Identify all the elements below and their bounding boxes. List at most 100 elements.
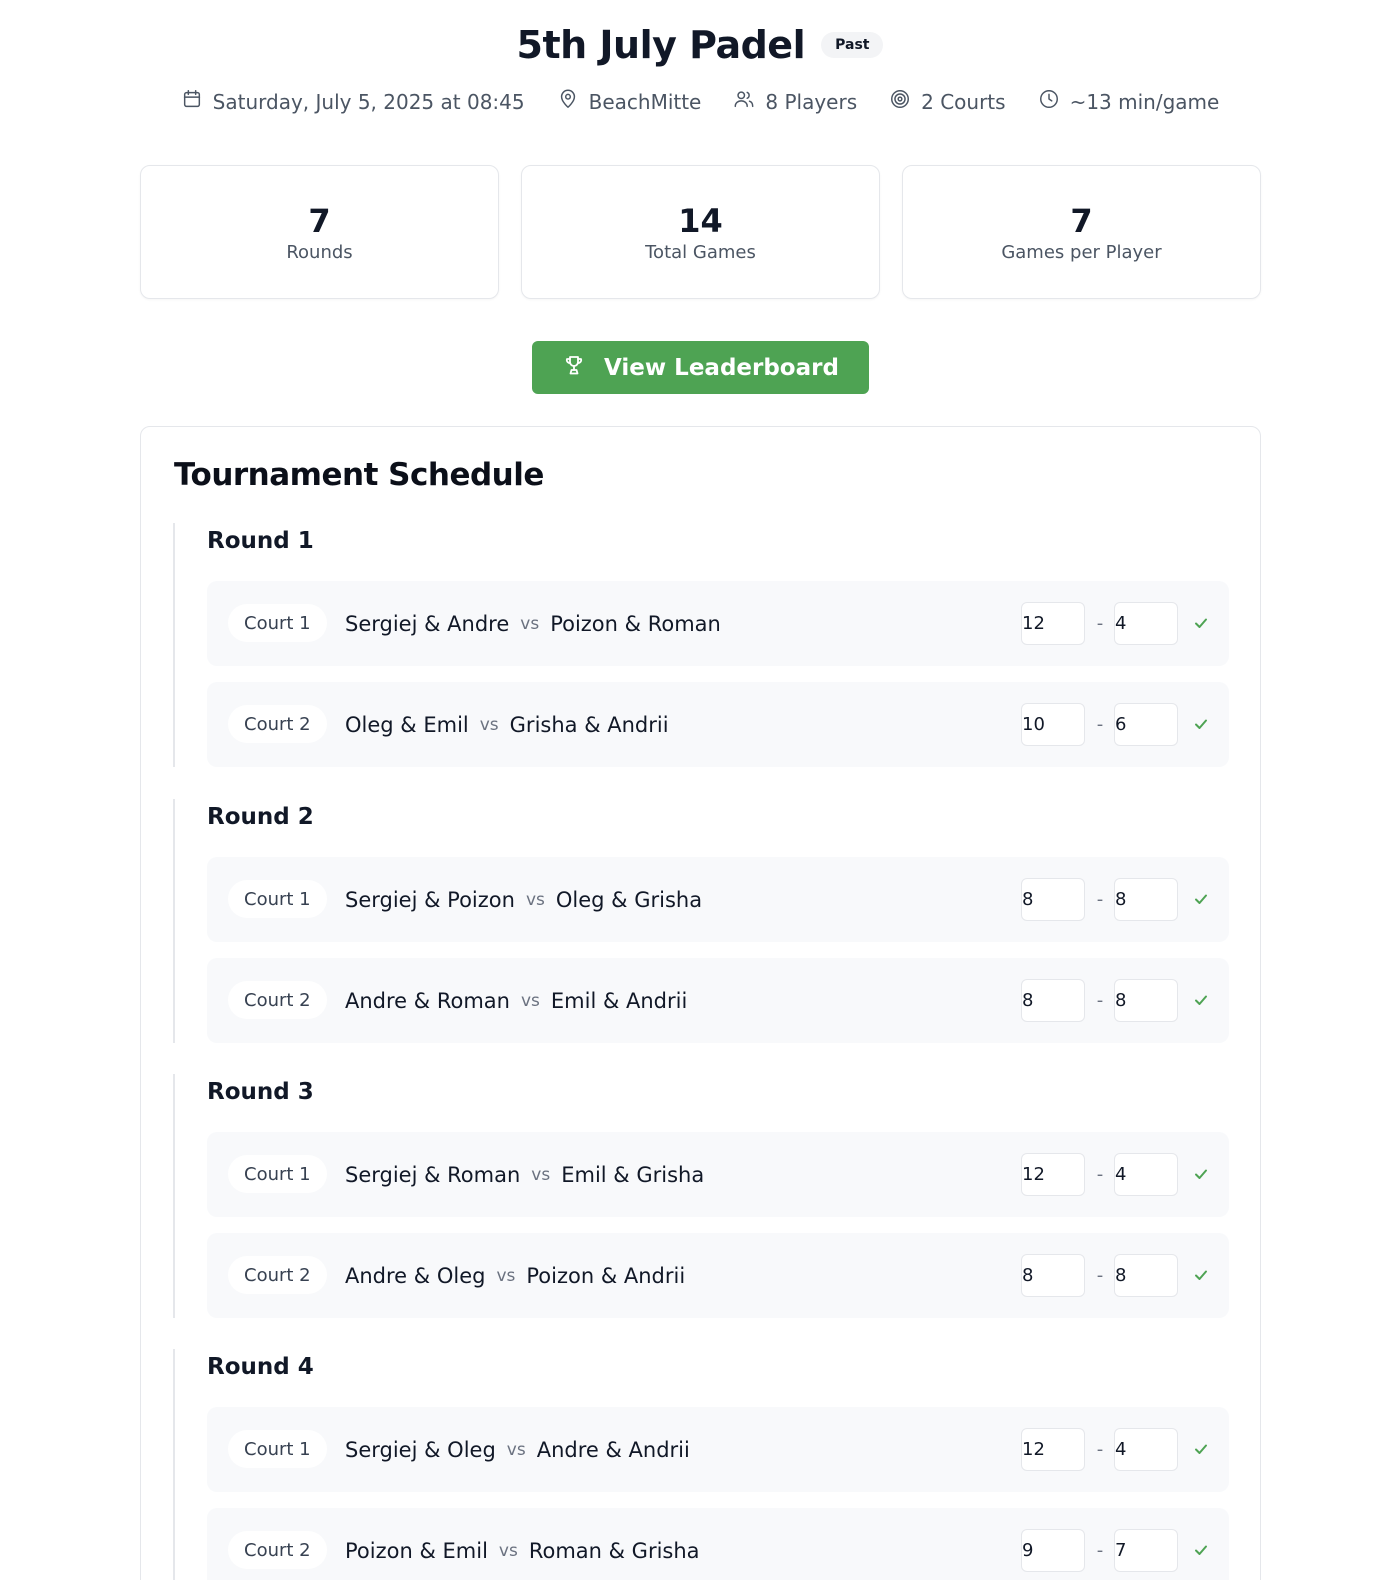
round-title: Round 4 bbox=[207, 1354, 314, 1380]
score-input-team-b[interactable] bbox=[1114, 602, 1178, 645]
match-row[interactable]: Court 2 Andre & Oleg vs Poizon & Andrii … bbox=[207, 1233, 1229, 1318]
stat-value: 7 bbox=[308, 201, 331, 240]
match-row[interactable]: Court 1 Sergiej & Poizon vs Oleg & Grish… bbox=[207, 857, 1229, 942]
event-courts: 2 Courts bbox=[889, 88, 1006, 115]
court-badge: Court 1 bbox=[228, 604, 327, 642]
round-1: Round 1 Court 1 Sergiej & Andre vs Poizo… bbox=[173, 523, 1229, 767]
round-2: Round 2 Court 1 Sergiej & Poizon vs Oleg… bbox=[173, 799, 1229, 1043]
score-input-team-b[interactable] bbox=[1114, 1153, 1178, 1196]
score-separator: - bbox=[1096, 1164, 1104, 1185]
court-badge: Court 2 bbox=[228, 981, 327, 1019]
schedule-title: Tournament Schedule bbox=[174, 457, 544, 493]
score-separator: - bbox=[1096, 889, 1104, 910]
round-title: Round 1 bbox=[207, 528, 314, 554]
score-input-team-b[interactable] bbox=[1114, 1428, 1178, 1471]
team-b: Oleg & Grisha bbox=[555, 887, 703, 912]
court-badge: Court 2 bbox=[228, 705, 327, 743]
stat-value: 14 bbox=[678, 201, 723, 240]
score-input-team-a[interactable] bbox=[1021, 878, 1085, 921]
team-a: Sergiej & Oleg bbox=[345, 1437, 496, 1462]
score-input-team-a[interactable] bbox=[1021, 1529, 1085, 1572]
score-input-team-a[interactable] bbox=[1021, 1254, 1085, 1297]
match-row[interactable]: Court 2 Poizon & Emil vs Roman & Grisha … bbox=[207, 1508, 1229, 1580]
event-courts-text: 2 Courts bbox=[921, 89, 1006, 114]
score-input-team-b[interactable] bbox=[1114, 979, 1178, 1022]
check-icon bbox=[1193, 1441, 1209, 1457]
score-separator: - bbox=[1096, 1439, 1104, 1460]
team-a: Andre & Roman bbox=[345, 988, 510, 1013]
vs-label: vs bbox=[525, 889, 545, 910]
match-row[interactable]: Court 2 Andre & Roman vs Emil & Andrii - bbox=[207, 958, 1229, 1043]
score-input-team-b[interactable] bbox=[1114, 703, 1178, 746]
check-icon bbox=[1193, 992, 1209, 1008]
event-location-text: BeachMitte bbox=[588, 89, 702, 114]
court-badge: Court 2 bbox=[228, 1256, 327, 1294]
round-title: Round 2 bbox=[207, 804, 314, 830]
check-icon bbox=[1193, 1542, 1209, 1558]
team-b: Poizon & Andrii bbox=[526, 1263, 686, 1288]
court-badge: Court 1 bbox=[228, 1430, 327, 1468]
check-icon bbox=[1193, 716, 1209, 732]
score-input-team-b[interactable] bbox=[1114, 1529, 1178, 1572]
score-separator: - bbox=[1096, 990, 1104, 1011]
match-teams: Andre & Roman vs Emil & Andrii bbox=[345, 958, 687, 1043]
court-badge: Court 1 bbox=[228, 1155, 327, 1193]
tournament-schedule: Tournament Schedule Round 1 Court 1 Serg… bbox=[140, 426, 1261, 1580]
vs-label: vs bbox=[496, 1265, 516, 1286]
team-b: Poizon & Roman bbox=[550, 611, 721, 636]
score-input-team-a[interactable] bbox=[1021, 703, 1085, 746]
status-badge: Past bbox=[821, 32, 884, 58]
match-teams: Oleg & Emil vs Grisha & Andrii bbox=[345, 682, 669, 767]
match-row[interactable]: Court 2 Oleg & Emil vs Grisha & Andrii - bbox=[207, 682, 1229, 767]
event-date: Saturday, July 5, 2025 at 08:45 bbox=[181, 88, 525, 115]
calendar-icon bbox=[181, 88, 203, 115]
location-pin-icon bbox=[557, 88, 579, 115]
stat-label: Rounds bbox=[286, 241, 353, 263]
stat-value: 7 bbox=[1070, 201, 1093, 240]
score-input-team-a[interactable] bbox=[1021, 979, 1085, 1022]
score-input-team-a[interactable] bbox=[1021, 1153, 1085, 1196]
vs-label: vs bbox=[479, 714, 499, 735]
stats-row: 7 Rounds 14 Total Games 7 Games per Play… bbox=[140, 165, 1261, 299]
event-date-text: Saturday, July 5, 2025 at 08:45 bbox=[212, 89, 525, 114]
vs-label: vs bbox=[498, 1540, 518, 1561]
stat-card-rounds: 7 Rounds bbox=[140, 165, 499, 299]
score-separator: - bbox=[1096, 613, 1104, 634]
match-row[interactable]: Court 1 Sergiej & Oleg vs Andre & Andrii… bbox=[207, 1407, 1229, 1492]
score-input-team-b[interactable] bbox=[1114, 878, 1178, 921]
vs-label: vs bbox=[520, 613, 540, 634]
view-leaderboard-button[interactable]: View Leaderboard bbox=[532, 341, 869, 394]
court-badge: Court 2 bbox=[228, 1531, 327, 1569]
event-location: BeachMitte bbox=[557, 88, 702, 115]
users-icon bbox=[733, 88, 755, 115]
match-row[interactable]: Court 1 Sergiej & Andre vs Poizon & Roma… bbox=[207, 581, 1229, 666]
page-header: 5th July Padel Past bbox=[0, 18, 1400, 72]
round-title: Round 3 bbox=[207, 1079, 314, 1105]
event-players: 8 Players bbox=[733, 88, 857, 115]
event-duration: ~13 min/game bbox=[1038, 88, 1219, 115]
team-a: Andre & Oleg bbox=[345, 1263, 486, 1288]
page-title: 5th July Padel bbox=[516, 23, 806, 67]
score-input-team-a[interactable] bbox=[1021, 602, 1085, 645]
check-icon bbox=[1193, 1166, 1209, 1182]
match-teams: Poizon & Emil vs Roman & Grisha bbox=[345, 1508, 700, 1580]
score-separator: - bbox=[1096, 714, 1104, 735]
stat-label: Total Games bbox=[645, 241, 756, 263]
stat-card-games-per-player: 7 Games per Player bbox=[902, 165, 1261, 299]
court-badge: Court 1 bbox=[228, 880, 327, 918]
check-icon bbox=[1193, 891, 1209, 907]
team-a: Sergiej & Roman bbox=[345, 1162, 521, 1187]
match-row[interactable]: Court 1 Sergiej & Roman vs Emil & Grisha… bbox=[207, 1132, 1229, 1217]
score-input-team-b[interactable] bbox=[1114, 1254, 1178, 1297]
score-input-team-a[interactable] bbox=[1021, 1428, 1085, 1471]
vs-label: vs bbox=[506, 1439, 526, 1460]
match-teams: Sergiej & Andre vs Poizon & Roman bbox=[345, 581, 721, 666]
team-b: Emil & Grisha bbox=[561, 1162, 705, 1187]
team-a: Poizon & Emil bbox=[345, 1538, 488, 1563]
check-icon bbox=[1193, 615, 1209, 631]
vs-label: vs bbox=[520, 990, 540, 1011]
match-teams: Andre & Oleg vs Poizon & Andrii bbox=[345, 1233, 685, 1318]
score-separator: - bbox=[1096, 1540, 1104, 1561]
team-b: Grisha & Andrii bbox=[509, 712, 669, 737]
trophy-icon bbox=[562, 353, 586, 383]
